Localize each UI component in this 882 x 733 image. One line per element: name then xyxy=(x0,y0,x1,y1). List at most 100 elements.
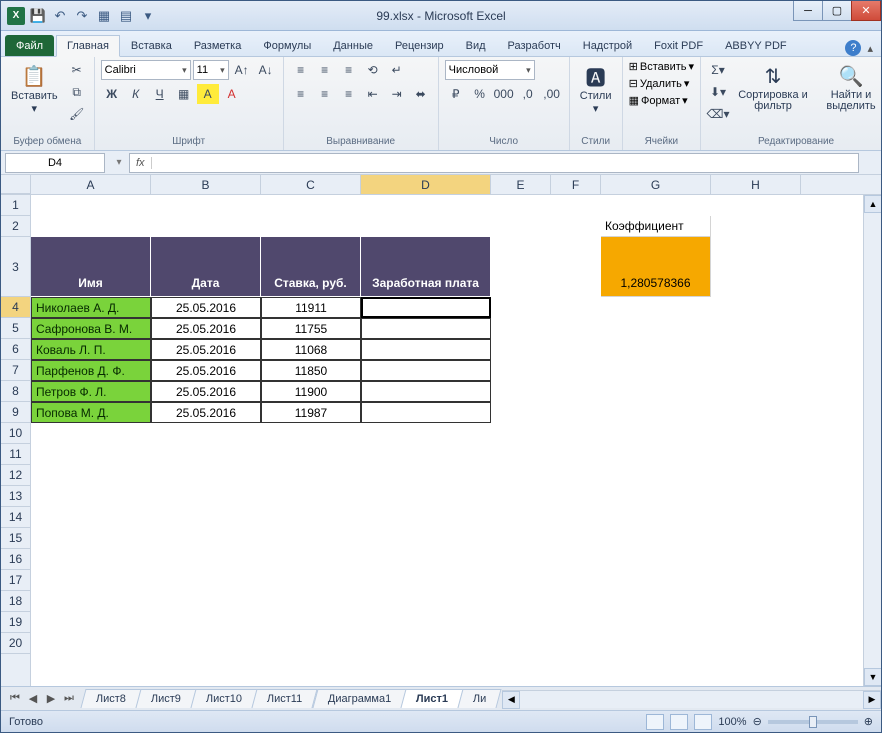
horizontal-scrollbar[interactable]: ◀ ▶ xyxy=(502,690,881,708)
insert-cells-button[interactable]: ⊞ Вставить ▾ xyxy=(629,60,694,73)
row-header[interactable]: 20 xyxy=(1,633,30,654)
col-header-E[interactable]: E xyxy=(491,175,551,194)
redo-icon[interactable]: ↷ xyxy=(73,7,91,25)
autosum-icon[interactable]: Σ▾ xyxy=(707,60,729,80)
cell-C8[interactable]: 11900 xyxy=(261,381,361,402)
format-cells-button[interactable]: ▦ Формат ▾ xyxy=(629,94,688,107)
col-header-F[interactable]: F xyxy=(551,175,601,194)
currency-icon[interactable]: ₽ xyxy=(445,84,467,104)
cell-D3[interactable]: Заработная плата xyxy=(361,237,491,297)
styles-button[interactable]: 🅰Стили▾ xyxy=(576,60,616,117)
sheet-tab[interactable]: Ли xyxy=(457,689,501,708)
row-header[interactable]: 9 xyxy=(1,402,30,423)
formula-input[interactable]: fx xyxy=(129,153,859,173)
cell-B3[interactable]: Дата xyxy=(151,237,261,297)
cell-D4[interactable] xyxy=(361,297,491,318)
scroll-up-icon[interactable]: ▲ xyxy=(864,195,881,213)
cell-B9[interactable]: 25.05.2016 xyxy=(151,402,261,423)
view-normal-icon[interactable] xyxy=(646,714,664,730)
row-header[interactable]: 15 xyxy=(1,528,30,549)
col-header-B[interactable]: B xyxy=(151,175,261,194)
row-header[interactable]: 8 xyxy=(1,381,30,402)
increase-font-icon[interactable]: A↑ xyxy=(231,60,253,80)
sort-filter-button[interactable]: ⇅Сортировка и фильтр xyxy=(733,60,813,114)
row-header[interactable]: 1 xyxy=(1,195,30,216)
cell-C5[interactable]: 11755 xyxy=(261,318,361,339)
row-header[interactable]: 5 xyxy=(1,318,30,339)
qat-item-icon[interactable]: ▤ xyxy=(117,7,135,25)
row-header[interactable]: 13 xyxy=(1,486,30,507)
row-header[interactable]: 17 xyxy=(1,570,30,591)
maximize-button[interactable]: ▢ xyxy=(822,1,852,21)
cell-C9[interactable]: 11987 xyxy=(261,402,361,423)
zoom-slider[interactable] xyxy=(768,720,858,724)
ribbon-minimize-icon[interactable]: ▴ xyxy=(867,42,873,55)
row-header[interactable]: 14 xyxy=(1,507,30,528)
cell-C7[interactable]: 11850 xyxy=(261,360,361,381)
align-middle-icon[interactable]: ≡ xyxy=(314,60,336,80)
nav-first-icon[interactable]: ⏮ xyxy=(7,692,23,705)
font-size-combo[interactable]: 11 xyxy=(193,60,229,80)
wrap-text-icon[interactable]: ↵ xyxy=(386,60,408,80)
delete-cells-button[interactable]: ⊟ Удалить ▾ xyxy=(629,77,690,90)
cell-D5[interactable] xyxy=(361,318,491,339)
nav-next-icon[interactable]: ▶ xyxy=(43,692,59,705)
align-bottom-icon[interactable]: ≡ xyxy=(338,60,360,80)
sheet-tab[interactable]: Лист8 xyxy=(80,689,141,708)
row-header[interactable]: 10 xyxy=(1,423,30,444)
tab-formulas[interactable]: Формулы xyxy=(252,35,322,56)
cell-D8[interactable] xyxy=(361,381,491,402)
row-header[interactable]: 16 xyxy=(1,549,30,570)
col-header-H[interactable]: H xyxy=(711,175,801,194)
align-left-icon[interactable]: ≡ xyxy=(290,84,312,104)
help-icon[interactable]: ? xyxy=(845,40,861,56)
tab-home[interactable]: Главная xyxy=(56,35,120,57)
tab-file[interactable]: Файл xyxy=(5,35,54,56)
cell-A7[interactable]: Парфенов Д. Ф. xyxy=(31,360,151,381)
select-all-corner[interactable] xyxy=(1,175,31,194)
minimize-button[interactable]: ─ xyxy=(793,1,823,21)
row-header[interactable]: 18 xyxy=(1,591,30,612)
tab-insert[interactable]: Вставка xyxy=(120,35,183,56)
sheet-tab[interactable]: Лист11 xyxy=(252,689,318,708)
cell-B7[interactable]: 25.05.2016 xyxy=(151,360,261,381)
close-button[interactable]: ✕ xyxy=(851,1,881,21)
cell-A4[interactable]: Николаев А. Д. xyxy=(31,297,151,318)
clear-icon[interactable]: ⌫▾ xyxy=(707,104,729,124)
orientation-icon[interactable]: ⟲ xyxy=(362,60,384,80)
cell-G3[interactable]: 1,280578366 xyxy=(601,237,711,297)
cell-C3[interactable]: Ставка, руб. xyxy=(261,237,361,297)
percent-icon[interactable]: % xyxy=(469,84,491,104)
qat-dropdown-icon[interactable]: ▾ xyxy=(139,7,157,25)
paste-button[interactable]: 📋 Вставить▾ xyxy=(7,60,62,117)
scroll-down-icon[interactable]: ▼ xyxy=(864,668,881,686)
scroll-right-icon[interactable]: ▶ xyxy=(863,691,881,709)
row-header[interactable]: 6 xyxy=(1,339,30,360)
align-center-icon[interactable]: ≡ xyxy=(314,84,336,104)
find-select-button[interactable]: 🔍Найти и выделить xyxy=(817,60,881,114)
align-top-icon[interactable]: ≡ xyxy=(290,60,312,80)
font-name-combo[interactable]: Calibri xyxy=(101,60,191,80)
tab-layout[interactable]: Разметка xyxy=(183,35,253,56)
cell-D6[interactable] xyxy=(361,339,491,360)
tab-addins[interactable]: Надстрой xyxy=(572,35,643,56)
row-header[interactable]: 4 xyxy=(1,297,30,318)
cell-A5[interactable]: Сафронова В. М. xyxy=(31,318,151,339)
vertical-scrollbar[interactable]: ▲ ▼ xyxy=(863,195,881,686)
increase-decimal-icon[interactable]: ,0 xyxy=(517,84,539,104)
comma-icon[interactable]: 000 xyxy=(493,84,515,104)
sheet-tab[interactable]: Диаграмма1 xyxy=(312,689,406,708)
row-header[interactable]: 7 xyxy=(1,360,30,381)
number-format-combo[interactable]: Числовой xyxy=(445,60,535,80)
fill-color-icon[interactable]: A xyxy=(197,84,219,104)
decrease-decimal-icon[interactable]: ,00 xyxy=(541,84,563,104)
scroll-left-icon[interactable]: ◀ xyxy=(502,691,520,709)
fill-icon[interactable]: ⬇▾ xyxy=(707,82,729,102)
cell-A6[interactable]: Коваль Л. П. xyxy=(31,339,151,360)
tab-view[interactable]: Вид xyxy=(455,35,497,56)
row-header[interactable]: 3 xyxy=(1,237,30,297)
cells-area[interactable]: ИмяДатаСтавка, руб.Заработная платаНикол… xyxy=(31,195,863,686)
fx-icon[interactable]: fx xyxy=(130,157,152,169)
tab-data[interactable]: Данные xyxy=(322,35,384,56)
cell-C6[interactable]: 11068 xyxy=(261,339,361,360)
